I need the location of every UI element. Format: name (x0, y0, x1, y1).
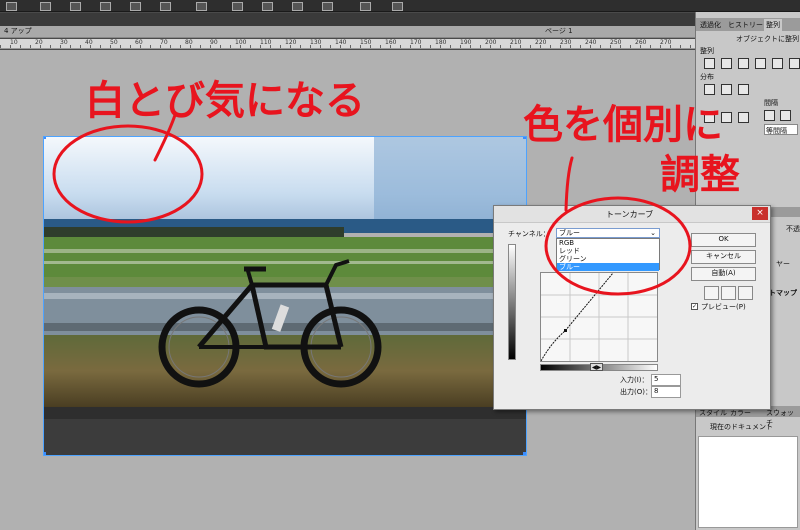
annotation-text-left: 白とび気になる (85, 78, 365, 124)
annotation-circle-channel (544, 196, 692, 296)
annotation-arrow-channel (564, 156, 574, 212)
annotation-text-right-2: 調整 (660, 152, 740, 198)
annotation-circle-sky (52, 124, 204, 224)
